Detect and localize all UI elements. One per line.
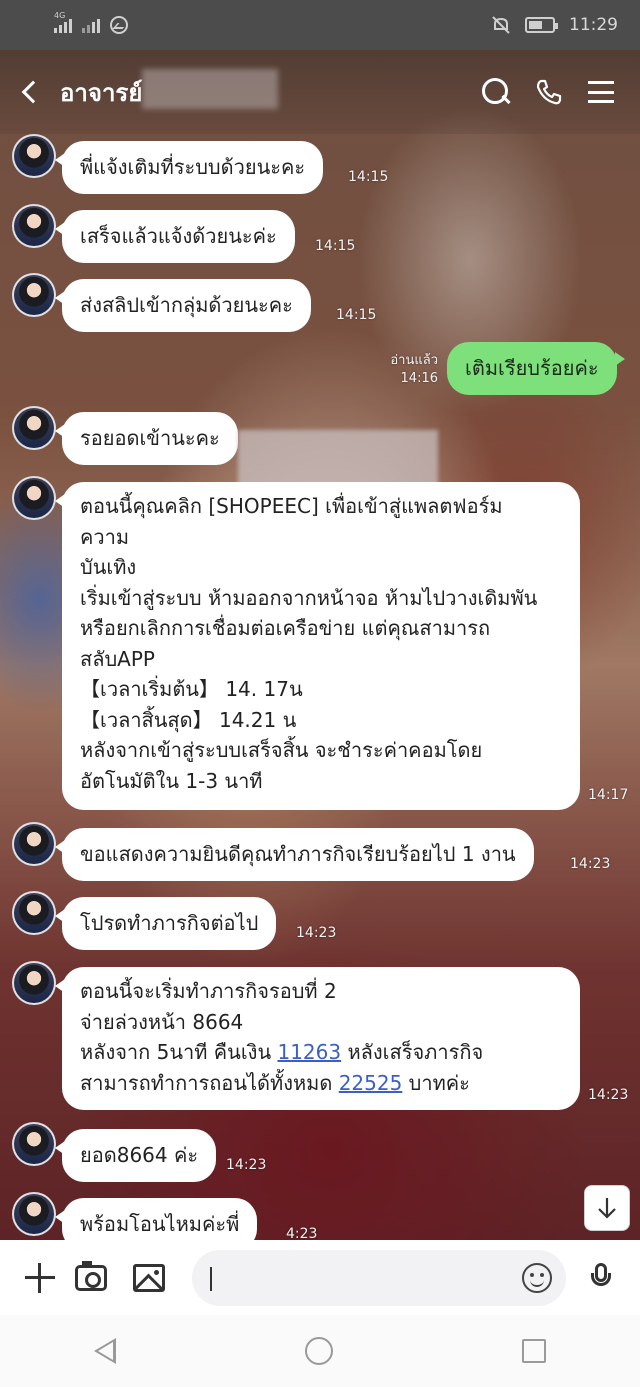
cell-signal-icon: 4G [54,11,72,33]
system-nav-bar [0,1315,640,1387]
message-time: 14:23 [570,856,611,872]
nav-recents-icon[interactable] [521,1339,546,1363]
sender-avatar[interactable] [12,204,56,248]
hamburger-menu-icon[interactable] [588,81,614,103]
emoji-icon[interactable] [522,1263,552,1293]
message-text-line: หลังจาก 5นาที คืนเงิน 11263 หลังเสร็จภาร… [80,1040,484,1064]
message-bubble[interactable]: เสร็จแล้วแจ้งด้วยนะค่ะ [55,210,295,263]
sender-avatar[interactable] [12,1192,56,1236]
message-text-line: อัตโนมัติใน 1-3 นาที [80,768,263,793]
message-time: 14:17 [588,787,629,803]
phone-icon[interactable] [534,77,564,107]
battery-icon [525,17,558,33]
redaction-blur [142,68,278,109]
amount-link[interactable]: 11263 [277,1040,341,1064]
message-text: เติมเรียบร้อยค่ะ [465,356,599,380]
message-text: เสร็จแล้วแจ้งด้วยนะค่ะ [80,224,277,248]
message-time: 14:15 [315,238,356,254]
message-bubble[interactable]: ส่งสลิปเข้ากลุ่มด้วยนะคะ [55,279,311,332]
message-bubble[interactable]: รอยอดเข้านะคะ [55,412,238,465]
chevron-left-icon [21,80,45,104]
message-text-line: 【เวลาเริ่มต้น】 14. 17น [80,677,303,701]
gallery-button[interactable] [132,1240,166,1315]
network-type-label: 4G [54,11,66,20]
message-time: 14:23 [588,1087,629,1103]
message-text: ยอด8664 ค่ะ [80,1143,199,1167]
message-bubble[interactable]: ขอแสดงความยินดีคุณทำภารกิจเรียบร้อยไป 1 … [55,828,534,881]
sender-avatar[interactable] [12,1122,56,1166]
message-text-line: 【เวลาสิ้นสุด】 14.21 น [80,707,297,732]
message-text-line: บันเทิง [80,555,137,579]
message-text: ขอแสดงความยินดีคุณทำภารกิจเรียบร้อยไป 1 … [80,842,516,866]
sender-avatar[interactable] [12,134,56,178]
search-icon[interactable] [482,78,510,106]
message-bubble-outgoing[interactable]: เติมเรียบร้อยค่ะ [447,342,625,395]
back-button[interactable] [0,50,60,134]
message-time: 14:15 [348,169,389,185]
sender-avatar[interactable] [12,406,56,450]
message-input[interactable] [192,1250,566,1306]
nav-home-icon[interactable] [304,1337,333,1365]
message-text-line: จ่ายล่วงหน้า 8664 [80,1009,244,1034]
text-caret [210,1267,212,1291]
message-text-line: สามารถทำการถอนได้ทั้งหมด 22525 บาทค่ะ [80,1070,470,1095]
messenger-icon [110,16,128,34]
message-time: 14:15 [336,307,377,323]
message-text-line: ตอนนี้คุณคลิก [SHOPEEC] เพื่อเข้าสู่แพลต… [80,494,503,518]
scroll-to-bottom-button[interactable] [584,1185,630,1231]
sender-avatar[interactable] [12,961,56,1005]
message-text-line: หรือยกเลิกการเชื่อมต่อเครือข่าย แต่คุณสา… [80,616,491,640]
message-text-line: สลับAPP [80,646,155,671]
nav-back-icon[interactable] [94,1338,117,1364]
contact-name[interactable]: อาจารย์ [60,68,482,112]
message-text-line: หลังจากเข้าสู่ระบบเสร็จสิ้น จะชำระค่าคอม… [80,738,483,762]
message-text-line: ตอนนี้จะเริ่มทำภารกิจรอบที่ 2 [80,979,337,1003]
status-bar: 4G 11:29 [0,0,640,50]
sender-avatar[interactable] [12,273,56,317]
chat-header: อาจารย์ [0,50,640,134]
contact-name-text: อาจารย์ [60,78,143,107]
message-text: พี่แจ้งเติมที่ระบบด้วยนะคะ [80,155,306,179]
message-text: รอยอดเข้านะคะ [80,426,220,450]
message-text-line: เริ่มเข้าสู่ระบบ ห้ามออกจากหน้าจอ ห้ามไป… [80,585,538,610]
message-bubble[interactable]: ตอนนี้คุณคลิก [SHOPEEC] เพื่อเข้าสู่แพลต… [55,482,580,810]
message-bubble[interactable]: พี่แจ้งเติมที่ระบบด้วยนะคะ [54,141,324,194]
redaction-blur [238,430,438,490]
message-text-line: ความ [80,524,130,549]
sender-avatar[interactable] [12,891,56,935]
message-text: โปรดทำภารกิจต่อไป [80,911,259,935]
message-time: 14:23 [296,925,337,941]
image-icon [133,1263,165,1292]
message-bubble[interactable]: ยอด8664 ค่ะ [54,1129,217,1182]
sender-avatar[interactable] [12,476,56,520]
message-bubble[interactable]: ตอนนี้จะเริ่มทำภารกิจรอบที่ 2 จ่ายล่วงหน… [55,967,580,1110]
read-receipt: อ่านแล้ว 14:16 [390,353,438,386]
camera-icon [75,1260,107,1291]
message-time: 14:23 [226,1157,267,1173]
amount-link[interactable]: 22525 [339,1071,403,1095]
clock: 11:29 [569,15,618,35]
message-text: พร้อมโอนไหมค่ะพี่ [80,1212,240,1236]
microphone-icon [591,1262,611,1293]
camera-button[interactable] [74,1240,108,1315]
message-composer [0,1240,640,1315]
arrow-down-icon [598,1198,616,1219]
cell-signal-2-icon [82,17,100,33]
sender-avatar[interactable] [12,822,56,866]
voice-button[interactable] [590,1240,612,1315]
bell-muted-icon [492,16,510,34]
message-bubble[interactable]: โปรดทำภารกิจต่อไป [54,897,277,950]
add-button[interactable] [24,1240,56,1315]
plus-icon [25,1262,55,1293]
message-text: ส่งสลิปเข้ากลุ่มด้วยนะคะ [80,293,293,317]
